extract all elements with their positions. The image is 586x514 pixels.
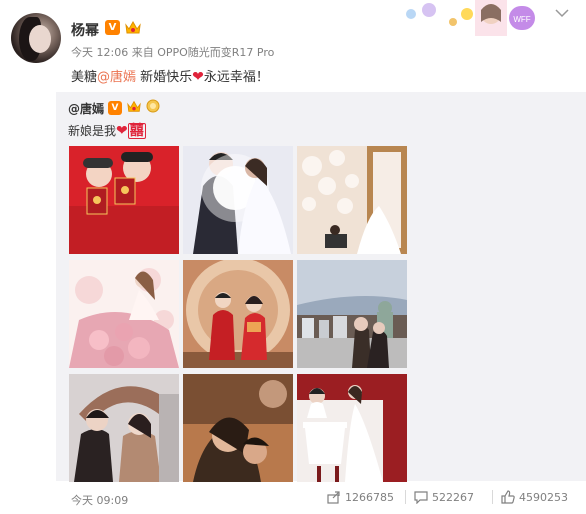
repost-action[interactable]: 1266785: [327, 490, 394, 504]
divider: [405, 490, 406, 504]
medal-icon[interactable]: [146, 99, 160, 113]
double-happiness-icon: 囍: [127, 123, 146, 139]
photo-3[interactable]: [297, 146, 407, 254]
post-meta: 今天 12:06 来自 OPPO随光而变R17 Pro: [71, 44, 274, 60]
photo-7[interactable]: [69, 374, 179, 482]
author-avatar[interactable]: [11, 13, 61, 63]
decorative-banner: WFF: [406, 0, 535, 36]
photo-8[interactable]: [183, 374, 293, 482]
repost-author[interactable]: @唐嫣: [68, 100, 104, 117]
repost-count: 1266785: [345, 490, 394, 504]
post-text-middle: 新婚快乐: [136, 70, 193, 85]
member-crown-icon[interactable]: [124, 19, 142, 35]
repost-body: 新娘是我❤ 囍: [68, 122, 146, 139]
post-text-after: 永远幸福！: [203, 70, 269, 85]
banner-label: WFF: [513, 15, 530, 24]
like-action[interactable]: 4590253: [501, 490, 568, 504]
heart-emoji-icon: ❤: [192, 69, 204, 85]
post-time[interactable]: 今天 12:06: [71, 46, 128, 59]
divider: [492, 490, 493, 504]
chevron-down-icon[interactable]: [554, 8, 570, 18]
photo-6[interactable]: [297, 260, 407, 368]
post-body: 美糖@唐嫣 新婚快乐❤永远幸福！: [71, 66, 269, 85]
reposted-weibo[interactable]: @唐嫣 V 新娘是我❤ 囍: [56, 92, 586, 482]
repost-time[interactable]: 今天 09:09: [71, 492, 128, 508]
thumbs-up-icon: [501, 490, 515, 504]
comment-count: 522267: [432, 490, 474, 504]
repost-badges: V: [108, 99, 160, 115]
photo-5[interactable]: [183, 260, 293, 368]
repost-heart-icon: ❤: [116, 123, 128, 139]
repost-crown-icon[interactable]: [126, 99, 142, 113]
mention-link[interactable]: @唐嫣: [97, 70, 136, 85]
share-icon: [327, 491, 340, 504]
post-text-before: 美糖: [71, 70, 98, 85]
author-name[interactable]: 杨幂: [71, 20, 99, 40]
vip-badge[interactable]: V: [105, 20, 120, 35]
like-count: 4590253: [519, 490, 568, 504]
repost-text: 新娘是我: [68, 124, 117, 138]
photo-1[interactable]: [69, 146, 179, 254]
photo-grid: [69, 146, 408, 482]
photo-9[interactable]: [297, 374, 407, 482]
photo-2[interactable]: [183, 146, 293, 254]
comment-action[interactable]: 522267: [414, 490, 474, 504]
repost-vip-badge[interactable]: V: [108, 101, 122, 115]
post-source[interactable]: 来自 OPPO随光而变R17 Pro: [132, 46, 275, 59]
photo-4[interactable]: [69, 260, 179, 368]
comment-icon: [414, 491, 428, 504]
